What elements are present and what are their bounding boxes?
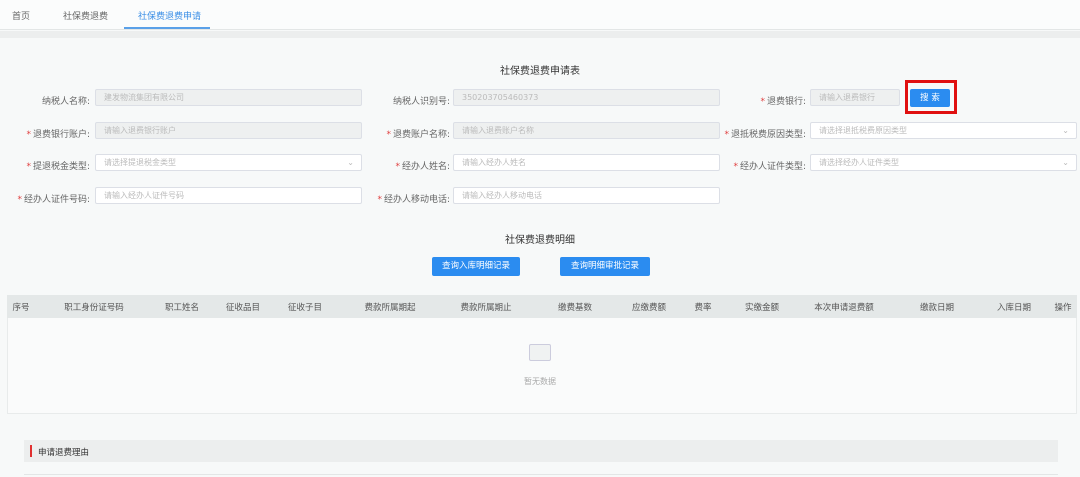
column-header: 职工姓名 <box>164 303 200 313</box>
refund-bank-field[interactable]: 请输入退费银行 <box>810 89 900 106</box>
refund-bank-label: * 退费银行: <box>760 97 806 107</box>
divider <box>24 474 1058 475</box>
column-header: 入库日期 <box>996 303 1032 313</box>
column-header: 操作 <box>1054 303 1072 313</box>
chevron-down-icon: ⌄ <box>1062 126 1069 135</box>
column-header: 缴费基数 <box>557 303 593 313</box>
empty-text: 暂无数据 <box>524 377 556 386</box>
agent-id-type-label: * 经办人证件类型: <box>733 162 806 172</box>
column-header: 序号 <box>12 303 30 313</box>
agent-phone-field[interactable]: 请输入经办人移动电话 <box>453 187 720 204</box>
tax-type-label: * 提退税金类型: <box>26 162 90 172</box>
column-header: 征收子目 <box>287 303 323 313</box>
tab-home[interactable]: 首页 <box>12 9 30 22</box>
column-header: 费款所属期起 <box>364 303 416 313</box>
tab-social-refund-apply[interactable]: 社保费退费申请 <box>138 9 201 22</box>
column-header: 职工身份证号码 <box>64 303 124 313</box>
section-marker <box>30 445 32 457</box>
bank-account-label: * 退费银行账户: <box>26 130 90 140</box>
taxpayer-id-label: 纳税人识别号: <box>392 97 450 107</box>
agent-id-no-label: * 经办人证件号码: <box>17 195 90 205</box>
column-header: 费率 <box>694 303 712 313</box>
empty-box-icon <box>529 344 551 361</box>
reason-type-select[interactable]: 请选择退抵税费原因类型 ⌄ <box>810 122 1077 139</box>
column-header: 本次申请退费额 <box>814 303 874 313</box>
agent-name-label: * 经办人姓名: <box>395 162 450 172</box>
table-body <box>7 318 1077 414</box>
chevron-down-icon: ⌄ <box>1062 158 1069 167</box>
divider <box>0 31 1080 38</box>
agent-phone-label: * 经办人移动电话: <box>377 195 450 205</box>
tab-social-refund[interactable]: 社保费退费 <box>63 9 108 22</box>
column-header: 费款所属期止 <box>460 303 512 313</box>
account-name-label: * 退费账户名称: <box>386 130 450 140</box>
active-tab-indicator <box>124 27 210 29</box>
highlight-box <box>905 80 957 114</box>
taxpayer-name-label: 纳税人名称: <box>41 97 90 107</box>
detail-title: 社保费退费明细 <box>505 235 575 246</box>
refund-reason-section: 申请退费理由 <box>24 440 1058 462</box>
column-header: 应缴费额 <box>631 303 667 313</box>
form-title: 社保费退费申请表 <box>500 66 580 77</box>
top-nav: 首页 社保费退费 社保费退费申请 <box>0 0 1080 30</box>
table-header: 序号 职工身份证号码 职工姓名 征收品目 征收子目 费款所属期起 费款所属期止 … <box>7 295 1077 318</box>
refund-reason-title: 申请退费理由 <box>38 448 90 458</box>
column-header: 征收品目 <box>225 303 261 313</box>
reason-type-label: * 退抵税费原因类型: <box>724 130 806 140</box>
column-header: 实缴金额 <box>744 303 780 313</box>
query-approval-record-button[interactable]: 查询明细审批记录 <box>560 257 650 276</box>
agent-id-type-select[interactable]: 请选择经办人证件类型 ⌄ <box>810 154 1077 171</box>
query-storage-detail-button[interactable]: 查询入库明细记录 <box>432 257 520 276</box>
column-header: 缴款日期 <box>919 303 955 313</box>
